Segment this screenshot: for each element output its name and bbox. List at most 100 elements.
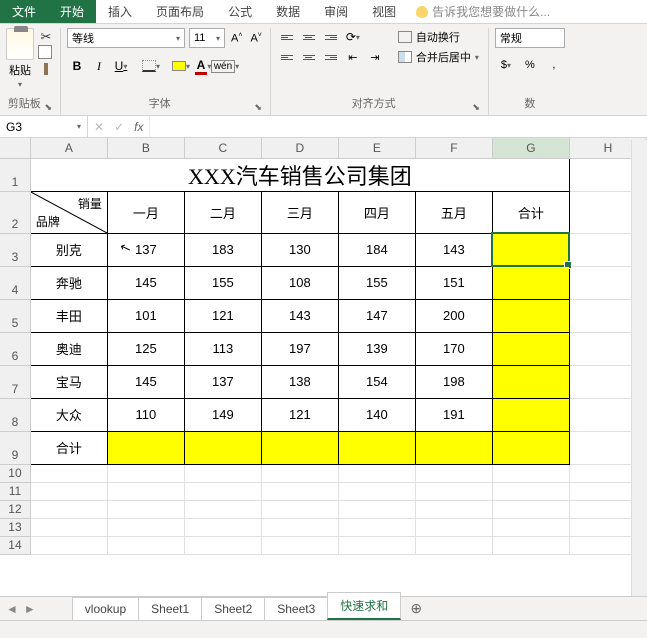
- row-label[interactable]: 奥迪: [30, 332, 107, 365]
- row-header[interactable]: 2: [0, 191, 30, 233]
- cell[interactable]: [492, 536, 569, 554]
- formula-input[interactable]: [150, 116, 647, 137]
- format-painter-button[interactable]: [38, 62, 54, 76]
- cell[interactable]: [415, 518, 492, 536]
- column-label[interactable]: 三月: [261, 191, 338, 233]
- row-header[interactable]: 8: [0, 398, 30, 431]
- data-cell[interactable]: 121: [184, 299, 261, 332]
- cut-button[interactable]: ✂: [38, 30, 54, 44]
- data-cell[interactable]: 200: [415, 299, 492, 332]
- data-cell[interactable]: [492, 299, 569, 332]
- row-label[interactable]: 宝马: [30, 365, 107, 398]
- row-header[interactable]: 5: [0, 299, 30, 332]
- column-label[interactable]: 四月: [338, 191, 415, 233]
- column-header[interactable]: B: [107, 138, 184, 158]
- cell[interactable]: [107, 518, 184, 536]
- data-cell[interactable]: 125: [107, 332, 184, 365]
- borders-button[interactable]: ▾: [141, 56, 161, 76]
- accounting-format-button[interactable]: $▾: [495, 56, 517, 74]
- enter-formula-button[interactable]: ✓: [114, 120, 124, 134]
- data-cell[interactable]: [415, 431, 492, 464]
- cell[interactable]: [107, 464, 184, 482]
- data-cell[interactable]: 121: [261, 398, 338, 431]
- cell[interactable]: [261, 464, 338, 482]
- column-label[interactable]: 二月: [184, 191, 261, 233]
- shrink-font-button[interactable]: A˅: [248, 32, 263, 45]
- bold-button[interactable]: B: [67, 56, 87, 76]
- data-cell[interactable]: 183: [184, 233, 261, 266]
- align-top-button[interactable]: [277, 28, 297, 46]
- data-cell[interactable]: 154: [338, 365, 415, 398]
- sheet-tab[interactable]: Sheet1: [138, 597, 202, 620]
- column-header[interactable]: G: [492, 138, 569, 158]
- data-cell[interactable]: 155: [184, 266, 261, 299]
- data-cell[interactable]: 170: [415, 332, 492, 365]
- cell[interactable]: [492, 518, 569, 536]
- data-cell[interactable]: 184: [338, 233, 415, 266]
- cell[interactable]: [338, 500, 415, 518]
- data-cell[interactable]: 137: [184, 365, 261, 398]
- column-header[interactable]: A: [30, 138, 107, 158]
- data-cell[interactable]: 145: [107, 266, 184, 299]
- new-sheet-button[interactable]: ⊕: [400, 600, 432, 617]
- data-cell[interactable]: 113: [184, 332, 261, 365]
- data-cell[interactable]: [107, 431, 184, 464]
- row-header[interactable]: 3: [0, 233, 30, 266]
- tab-home[interactable]: 开始: [48, 0, 96, 23]
- cell[interactable]: [184, 518, 261, 536]
- italic-button[interactable]: I: [89, 56, 109, 76]
- cell[interactable]: [261, 518, 338, 536]
- column-header[interactable]: C: [184, 138, 261, 158]
- cell[interactable]: [415, 482, 492, 500]
- row-header[interactable]: 10: [0, 464, 30, 482]
- tab-file[interactable]: 文件: [0, 0, 48, 23]
- row-label[interactable]: 别克: [30, 233, 107, 266]
- sheet-tab[interactable]: Sheet3: [264, 597, 328, 620]
- data-cell[interactable]: 147: [338, 299, 415, 332]
- row-label[interactable]: 丰田: [30, 299, 107, 332]
- cell[interactable]: [30, 482, 107, 500]
- data-cell[interactable]: 101: [107, 299, 184, 332]
- row-header[interactable]: 12: [0, 500, 30, 518]
- percent-button[interactable]: %: [519, 56, 541, 74]
- fill-color-button[interactable]: ▾: [171, 56, 191, 76]
- spreadsheet-grid[interactable]: ABCDEFGH1XXX汽车销售公司集团2销量品牌一月二月三月四月五月合计3别克…: [0, 138, 647, 596]
- cell[interactable]: [261, 500, 338, 518]
- cell[interactable]: [492, 464, 569, 482]
- sheet-nav-next-button[interactable]: ►: [24, 602, 36, 616]
- column-header[interactable]: D: [261, 138, 338, 158]
- data-cell[interactable]: 137↖: [107, 233, 184, 266]
- cell[interactable]: [184, 536, 261, 554]
- tab-review[interactable]: 审阅: [312, 0, 360, 23]
- row-header[interactable]: 1: [0, 158, 30, 191]
- data-cell[interactable]: [492, 266, 569, 299]
- cell[interactable]: [184, 500, 261, 518]
- row-header[interactable]: 11: [0, 482, 30, 500]
- phonetic-guide-button[interactable]: wén▾: [215, 56, 235, 76]
- select-all-corner[interactable]: [0, 138, 30, 158]
- data-cell[interactable]: [338, 431, 415, 464]
- data-cell[interactable]: 149: [184, 398, 261, 431]
- cell[interactable]: [184, 482, 261, 500]
- font-size-select[interactable]: 11▾: [189, 28, 225, 48]
- increase-indent-button[interactable]: ⇥: [365, 48, 385, 66]
- paste-button[interactable]: 粘贴 ▾: [6, 28, 34, 89]
- data-cell[interactable]: 138: [261, 365, 338, 398]
- data-cell[interactable]: 198: [415, 365, 492, 398]
- cell[interactable]: [30, 500, 107, 518]
- sheet-tab[interactable]: 快速求和: [327, 592, 401, 620]
- number-format-select[interactable]: 常规: [495, 28, 565, 48]
- cell[interactable]: [107, 482, 184, 500]
- tab-insert[interactable]: 插入: [96, 0, 144, 23]
- data-cell[interactable]: 197: [261, 332, 338, 365]
- align-bottom-button[interactable]: [321, 28, 341, 46]
- row-header[interactable]: 14: [0, 536, 30, 554]
- cell[interactable]: [415, 464, 492, 482]
- tab-page-layout[interactable]: 页面布局: [144, 0, 216, 23]
- vertical-scrollbar[interactable]: [631, 140, 647, 596]
- row-header[interactable]: 6: [0, 332, 30, 365]
- cell[interactable]: [415, 500, 492, 518]
- cell[interactable]: [338, 482, 415, 500]
- cell[interactable]: [30, 464, 107, 482]
- cell[interactable]: [30, 518, 107, 536]
